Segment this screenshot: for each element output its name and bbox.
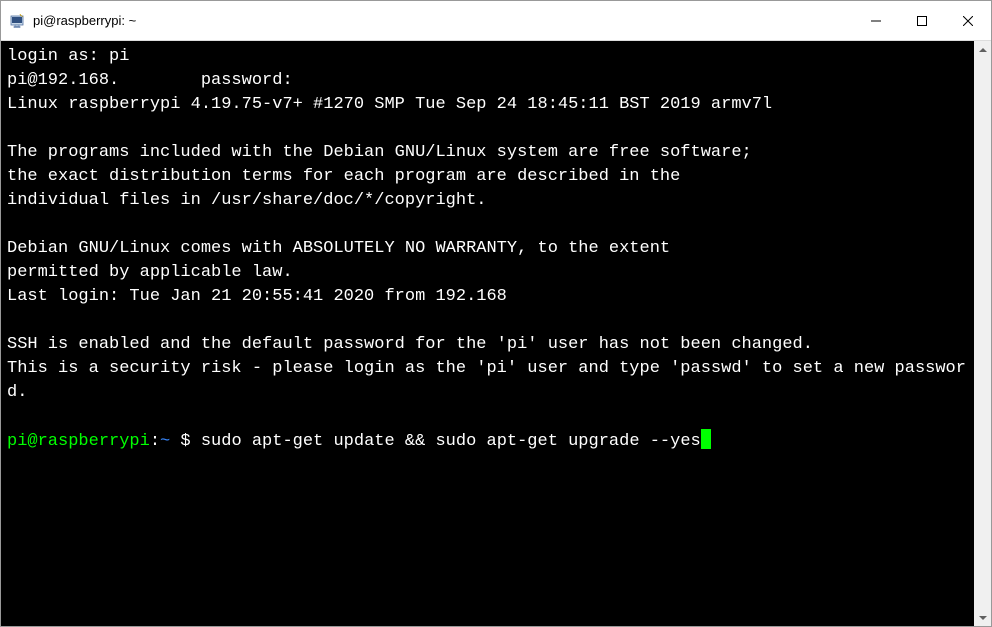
- chevron-up-icon: [979, 46, 987, 54]
- terminal-line: individual files in /usr/share/doc/*/cop…: [7, 191, 486, 210]
- minimize-button[interactable]: [853, 1, 899, 40]
- terminal-line: login as: pi: [7, 47, 129, 66]
- chevron-down-icon: [979, 614, 987, 622]
- maximize-button[interactable]: [899, 1, 945, 40]
- terminal[interactable]: login as: pi pi@192.168. password: Linux…: [1, 41, 974, 626]
- close-icon: [963, 16, 973, 26]
- minimize-icon: [871, 16, 881, 26]
- terminal-line: This is a security risk - please login a…: [7, 359, 966, 402]
- putty-window: pi@raspberrypi: ~ login as: pi pi@192.16…: [0, 0, 992, 627]
- terminal-wrapper: login as: pi pi@192.168. password: Linux…: [1, 41, 991, 626]
- window-controls: [853, 1, 991, 40]
- prompt-colon: :: [150, 432, 160, 451]
- terminal-line: Linux raspberrypi 4.19.75-v7+ #1270 SMP …: [7, 95, 772, 114]
- cursor: [701, 429, 711, 449]
- terminal-line: Last login: Tue Jan 21 20:55:41 2020 fro…: [7, 287, 507, 306]
- prompt-command: sudo apt-get update && sudo apt-get upgr…: [201, 432, 701, 451]
- prompt-user: pi@raspberrypi: [7, 432, 150, 451]
- titlebar[interactable]: pi@raspberrypi: ~: [1, 1, 991, 41]
- terminal-line: permitted by applicable law.: [7, 263, 293, 282]
- maximize-icon: [917, 16, 927, 26]
- terminal-line: The programs included with the Debian GN…: [7, 143, 752, 162]
- terminal-line: SSH is enabled and the default password …: [7, 335, 813, 354]
- terminal-line: Debian GNU/Linux comes with ABSOLUTELY N…: [7, 239, 670, 258]
- terminal-line: pi@192.168. password:: [7, 71, 293, 90]
- prompt-dollar: $: [170, 432, 201, 451]
- prompt-path: ~: [160, 432, 170, 451]
- putty-icon: [9, 13, 25, 29]
- scrollbar-down-arrow[interactable]: [974, 609, 991, 626]
- terminal-line: the exact distribution terms for each pr…: [7, 167, 680, 186]
- scrollbar[interactable]: [974, 41, 991, 626]
- close-button[interactable]: [945, 1, 991, 40]
- scrollbar-up-arrow[interactable]: [974, 41, 991, 58]
- window-title: pi@raspberrypi: ~: [33, 13, 853, 28]
